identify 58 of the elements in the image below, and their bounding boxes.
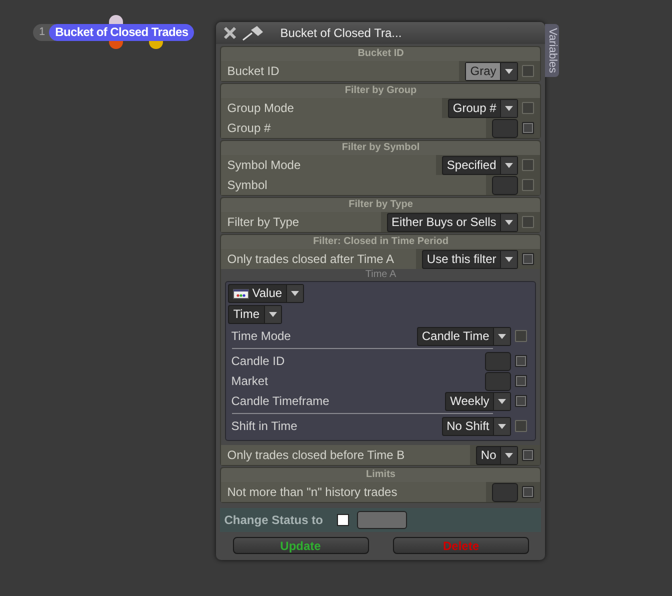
checkbox[interactable] [515,355,528,367]
checkbox[interactable] [522,486,534,498]
field-label: Bucket ID [221,61,460,81]
status-label: Change Status to [224,513,323,527]
section-header: Filter by Group [221,84,540,98]
value-icon [233,288,250,298]
caret-icon [498,424,506,428]
section-header: Filter by Type [221,198,540,212]
section-header: Filter by Symbol [221,141,540,155]
section-header: Bucket ID [221,47,540,61]
field-label: Candle Timeframe [231,394,330,408]
field-label: Group Mode [221,98,442,118]
status-field[interactable] [356,511,407,529]
dropdown[interactable]: No [476,446,518,464]
field-label: Symbol Mode [221,155,436,175]
input-field[interactable] [492,176,518,194]
field-label: Group # [221,118,486,138]
checkbox[interactable] [522,253,534,265]
checkbox[interactable] [522,122,534,134]
panel-title: Bucket of Closed Tra... [280,26,402,40]
caret-icon [268,312,276,317]
caret-icon [505,452,514,458]
field-label: Time Mode [231,329,292,343]
dropdown[interactable]: Weekly [445,392,512,410]
caret-icon [505,106,514,110]
caret-icon [291,291,300,296]
field-label: Candle ID [231,354,286,368]
caret-icon [498,334,506,338]
field-label: Filter by Type [221,212,381,232]
update-button[interactable]: Update [232,537,369,554]
checkbox[interactable] [515,375,528,387]
field-label: Symbol [221,175,486,195]
type-dropdown[interactable]: Time [228,305,282,324]
field-label: Shift in Time [231,419,298,433]
field-label: Not more than "n" history trades [221,482,486,502]
close-icon[interactable] [222,26,238,40]
source-dropdown[interactable]: Value [228,284,304,303]
node-title[interactable]: Bucket of Closed Trades [49,24,194,41]
caret-icon [505,162,514,168]
input-field[interactable] [485,352,512,370]
input-field[interactable] [485,372,512,390]
checkbox[interactable] [515,395,528,407]
field-label: Market [231,374,269,388]
variables-tab[interactable]: Variables [545,24,560,78]
caret-icon [498,398,506,404]
field-label: Only trades closed after Time A [221,249,416,269]
checkbox[interactable] [522,449,534,461]
block-title: Time A [364,269,398,281]
dropdown[interactable]: Use this filter [422,250,518,268]
input-field[interactable] [492,118,518,138]
caret-icon [505,220,514,224]
input-field[interactable] [492,482,518,502]
caret-icon [505,68,514,74]
checkbox[interactable] [336,514,349,526]
section-header: Limits [221,468,540,482]
caret-icon [505,256,514,262]
field-label: Only trades closed before Time B [221,445,470,465]
section-header: Filter: Closed in Time Period [221,235,540,249]
